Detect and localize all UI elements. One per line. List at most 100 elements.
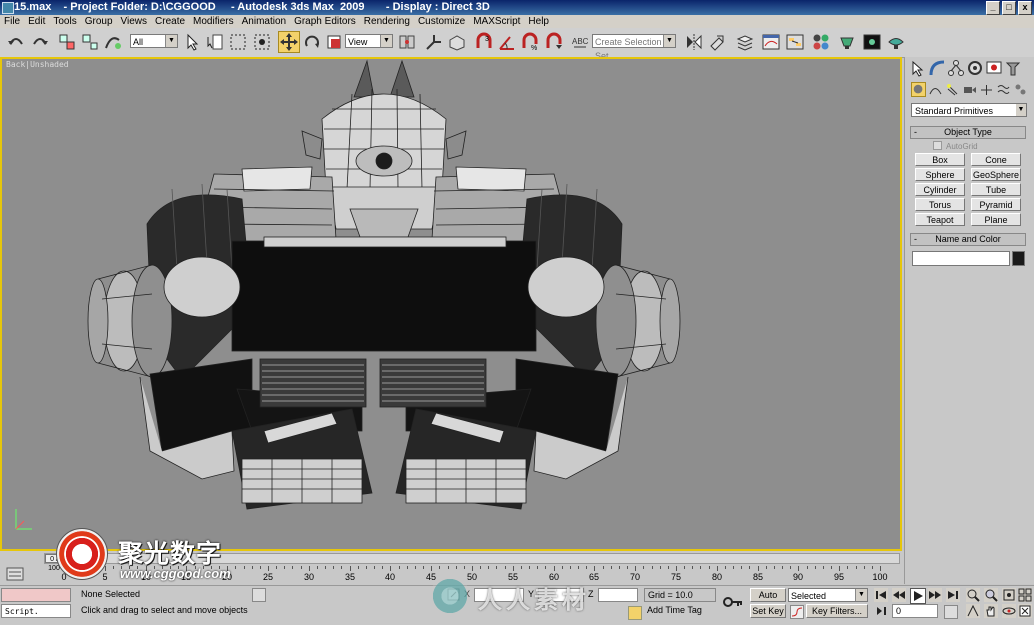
schematic-view-icon[interactable] [785, 32, 805, 52]
selection-filter-dropdown[interactable]: All ▼ [130, 34, 178, 48]
lock-selection-icon[interactable] [252, 588, 266, 602]
cameras-icon[interactable] [962, 82, 977, 97]
minimize-button[interactable]: _ [986, 1, 1000, 15]
mini-curve-editor-icon[interactable] [6, 567, 24, 581]
autogrid-checkbox[interactable]: AutoGrid [933, 141, 978, 151]
current-frame-field[interactable]: 0 [892, 604, 938, 618]
plane-button[interactable]: Plane [971, 213, 1021, 226]
lights-icon[interactable] [945, 82, 960, 97]
add-time-tag-button[interactable]: Add Time Tag [644, 604, 716, 618]
auto-key-button[interactable]: Auto Key [750, 588, 786, 613]
pan-hand-icon[interactable] [984, 604, 998, 618]
name-color-rollout-header[interactable]: - Name and Color [910, 233, 1026, 246]
modify-tab-icon[interactable] [928, 59, 946, 77]
set-key-button[interactable]: Set Key [750, 604, 786, 618]
undo-icon[interactable] [6, 32, 26, 52]
systems-icon[interactable] [1013, 82, 1028, 97]
maxscript-mini-listener[interactable]: Script. [1, 604, 71, 618]
motion-tab-icon[interactable] [966, 59, 984, 77]
named-selection-set-dropdown[interactable]: Create Selection Set ▼ [592, 34, 676, 61]
material-editor-icon[interactable] [811, 32, 831, 52]
object-name-field[interactable] [912, 251, 1010, 266]
percent-snap-icon[interactable]: % [520, 32, 540, 52]
key-mode-toggle-icon[interactable] [876, 605, 888, 617]
menu-customize[interactable]: Customize [414, 15, 469, 28]
play-icon[interactable] [910, 588, 926, 604]
select-object-icon[interactable] [182, 32, 202, 52]
rendered-frame-icon[interactable] [862, 32, 882, 52]
menu-rendering[interactable]: Rendering [360, 15, 414, 28]
snap-3d-icon[interactable]: 3 [474, 32, 494, 52]
redo-icon[interactable] [30, 32, 50, 52]
menu-graph-editors[interactable]: Graph Editors [290, 15, 360, 28]
pivot-center-icon[interactable] [397, 32, 417, 52]
maximize-viewport-icon[interactable] [1018, 604, 1032, 618]
key-tangent-icon[interactable] [790, 605, 804, 619]
rect-region-icon[interactable] [228, 32, 248, 52]
object-type-rollout-header[interactable]: - Object Type [910, 126, 1026, 139]
reference-coord-dropdown[interactable]: View ▼ [345, 34, 393, 48]
go-to-end-icon[interactable] [946, 588, 960, 602]
zoom-icon[interactable] [966, 588, 980, 602]
menu-file[interactable]: File [0, 15, 24, 28]
hierarchy-tab-icon[interactable] [947, 59, 965, 77]
field-of-view-icon[interactable] [966, 604, 980, 618]
geometry-icon[interactable] [911, 82, 926, 97]
bind-spacewarp-icon[interactable] [103, 32, 123, 52]
maximize-button[interactable]: □ [1002, 1, 1016, 15]
select-rotate-icon[interactable] [302, 32, 322, 52]
key-filters-button[interactable]: Key Filters... [806, 604, 868, 618]
cylinder-button[interactable]: Cylinder [915, 183, 965, 196]
keyboard-shortcut-icon[interactable] [447, 32, 467, 52]
menu-views[interactable]: Views [117, 15, 152, 28]
torus-button[interactable]: Torus [915, 198, 965, 211]
layer-manager-icon[interactable] [735, 32, 755, 52]
helpers-icon[interactable] [979, 82, 994, 97]
window-crossing-icon[interactable] [252, 32, 272, 52]
menu-create[interactable]: Create [151, 15, 189, 28]
maxscript-listener-top[interactable] [1, 588, 71, 602]
teapot-button[interactable]: Teapot [915, 213, 965, 226]
menu-maxscript[interactable]: MAXScript [469, 15, 524, 28]
tube-button[interactable]: Tube [971, 183, 1021, 196]
zoom-extents-icon[interactable] [1002, 588, 1016, 602]
zoom-extents-all-icon[interactable] [1018, 588, 1032, 602]
key-mode-dropdown[interactable]: Selected ▼ [788, 588, 868, 602]
mirror-icon[interactable] [684, 32, 704, 52]
menu-animation[interactable]: Animation [238, 15, 290, 28]
object-color-swatch[interactable] [1012, 251, 1025, 266]
previous-frame-icon[interactable] [892, 588, 906, 602]
cone-button[interactable]: Cone [971, 153, 1021, 166]
category-dropdown[interactable]: Standard Primitives ▼ [911, 103, 1027, 117]
set-key-icon[interactable] [722, 594, 744, 610]
select-by-name-icon[interactable] [205, 32, 225, 52]
quick-render-icon[interactable] [886, 32, 906, 52]
menu-tools[interactable]: Tools [49, 15, 80, 28]
zoom-all-icon[interactable] [984, 588, 998, 602]
create-tab-icon[interactable] [909, 59, 927, 77]
menu-help[interactable]: Help [524, 15, 553, 28]
edit-named-sets-icon[interactable]: ABC [570, 32, 590, 52]
curve-editor-icon[interactable] [761, 32, 781, 52]
shapes-icon[interactable] [928, 82, 943, 97]
utilities-tab-icon[interactable] [1004, 59, 1022, 77]
pyramid-button[interactable]: Pyramid [971, 198, 1021, 211]
menu-group[interactable]: Group [81, 15, 117, 28]
select-scale-icon[interactable] [324, 32, 344, 52]
select-manipulate-icon[interactable] [424, 32, 444, 52]
viewport-back[interactable]: Back|Unshaded [0, 57, 902, 551]
angle-snap-icon[interactable] [497, 32, 517, 52]
spinner-snap-icon[interactable] [544, 32, 564, 52]
select-link-icon[interactable] [57, 32, 77, 52]
app-icon[interactable] [2, 2, 14, 14]
align-icon[interactable] [707, 32, 727, 52]
go-to-start-icon[interactable] [874, 588, 888, 602]
menu-edit[interactable]: Edit [24, 15, 49, 28]
next-frame-icon[interactable] [928, 588, 942, 602]
spacewarps-icon[interactable] [996, 82, 1011, 97]
close-button[interactable]: x [1018, 1, 1032, 15]
render-setup-icon[interactable] [838, 32, 858, 52]
box-button[interactable]: Box [915, 153, 965, 166]
time-config-icon[interactable] [944, 605, 958, 619]
display-tab-icon[interactable] [985, 59, 1003, 77]
